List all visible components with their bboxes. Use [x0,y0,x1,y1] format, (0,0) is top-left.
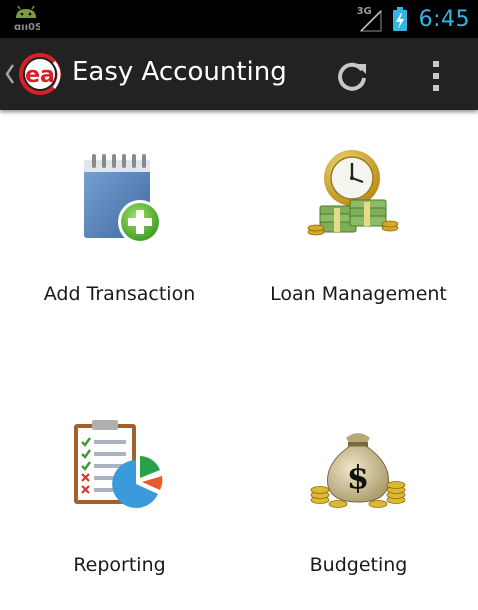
loan-management-label: Loan Management [270,283,447,305]
reporting-icon [68,416,168,516]
loan-management-icon [304,146,400,242]
overflow-menu-button[interactable] [420,54,452,98]
up-navigation-icon[interactable] [5,63,15,85]
budgeting-tile[interactable]: $ Budgeting [239,360,478,610]
add-transaction-label: Add Transaction [43,283,196,305]
android-debug-icon: ɑıı0S [12,5,42,33]
svg-text:$: $ [347,458,369,496]
battery-charging-icon [391,5,409,33]
svg-text:ɑıı0S: ɑıı0S [14,22,40,33]
reporting-label: Reporting [73,554,166,576]
app-logo[interactable]: ea [18,52,64,96]
reporting-tile[interactable]: Reporting [0,360,239,610]
loan-management-tile[interactable]: Loan Management [239,110,478,360]
action-bar: ea Easy Accounting [0,38,478,110]
svg-text:ea: ea [25,63,55,88]
signal-icon: 3G [357,5,383,33]
refresh-button[interactable] [330,56,374,96]
overflow-menu-icon [433,61,439,91]
app-title: Easy Accounting [72,57,287,87]
status-bar: ɑıı0S 3G 6:45 [0,0,478,38]
refresh-icon [338,62,366,91]
budgeting-label: Budgeting [309,554,408,576]
add-transaction-icon [70,150,166,246]
budgeting-icon: $ [310,424,406,508]
add-transaction-tile[interactable]: Add Transaction [0,110,239,360]
status-clock: 6:45 [418,6,470,32]
